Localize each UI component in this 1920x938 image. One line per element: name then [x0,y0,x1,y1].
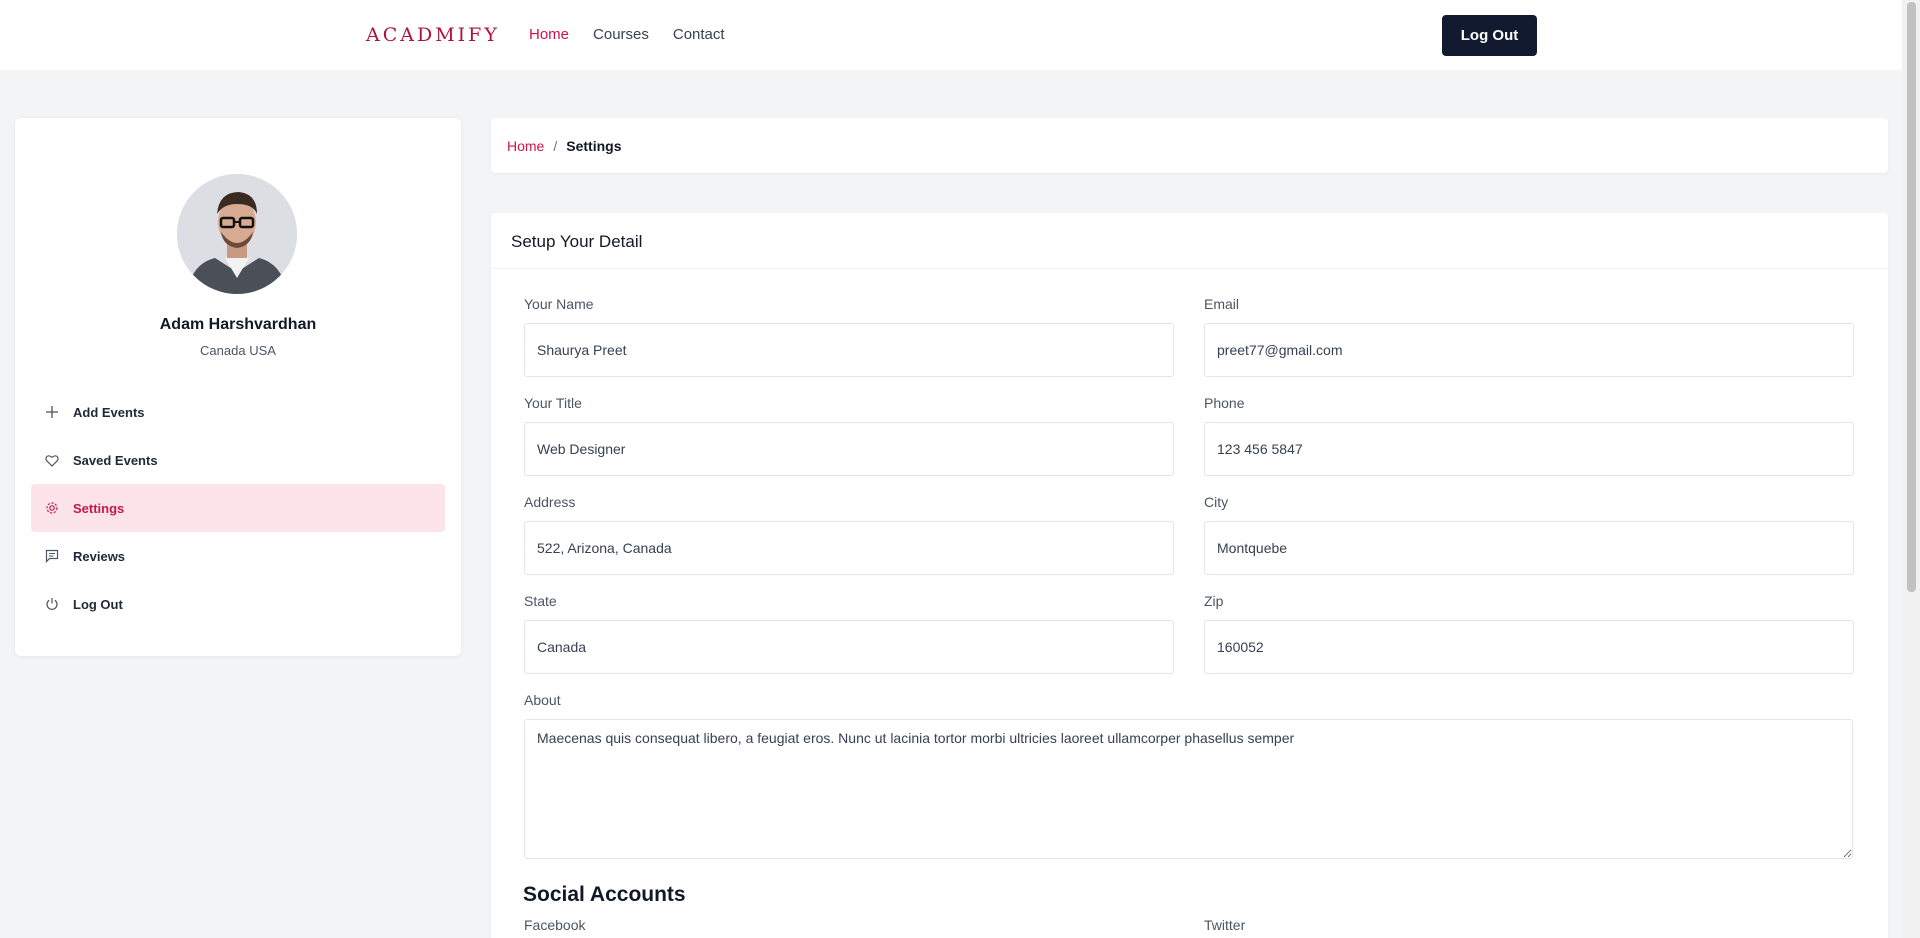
sidebar-item-settings[interactable]: Settings [31,484,445,532]
chat-icon [45,549,65,563]
settings-form-card: Setup Your Detail Your Name Email Your T… [491,213,1888,938]
state-input[interactable] [524,620,1174,674]
your-name-input[interactable] [524,323,1174,377]
address-label: Address [524,494,576,510]
logo[interactable]: ACADMIFY [366,23,500,47]
power-icon [45,597,65,611]
logout-button[interactable]: Log Out [1442,15,1537,56]
divider [491,268,1888,269]
breadcrumb: Home / Settings [491,118,1888,173]
phone-label: Phone [1204,395,1245,411]
state-label: State [524,593,557,609]
scrollbar-thumb[interactable] [1907,2,1916,592]
profile-sidebar: Adam Harshvardhan Canada USA Add Events … [15,118,461,656]
gear-icon [45,501,65,515]
main-nav: Home Courses Contact [529,24,725,46]
sidebar-item-reviews[interactable]: Reviews [31,532,445,580]
user-avatar-icon [177,174,297,294]
breadcrumb-separator: / [553,137,558,154]
city-input[interactable] [1204,521,1854,575]
your-title-label: Your Title [524,395,582,411]
profile-location: Canada USA [200,343,276,358]
nav-home[interactable]: Home [529,24,569,46]
sidebar-item-label: Log Out [73,596,123,612]
sidebar-menu: Add Events Saved Events Settings Reviews… [31,388,445,628]
breadcrumb-home-link[interactable]: Home [507,138,544,154]
zip-label: Zip [1204,593,1224,609]
avatar [177,174,297,294]
email-input[interactable] [1204,323,1854,377]
city-label: City [1204,494,1229,510]
twitter-label: Twitter [1204,917,1246,933]
email-label: Email [1204,296,1240,312]
plus-icon [45,405,65,419]
nav-contact[interactable]: Contact [673,24,725,46]
profile-name: Adam Harshvardhan [159,316,317,333]
sidebar-item-saved-events[interactable]: Saved Events [31,436,445,484]
your-name-label: Your Name [524,296,594,312]
address-input[interactable] [524,521,1174,575]
form-title: Setup Your Detail [511,232,643,251]
about-label: About [524,692,561,708]
sidebar-item-logout[interactable]: Log Out [31,580,445,628]
about-textarea[interactable]: Maecenas quis consequat libero, a feugia… [524,719,1853,859]
zip-input[interactable] [1204,620,1854,674]
sidebar-item-add-events[interactable]: Add Events [31,388,445,436]
top-navbar: ACADMIFY Home Courses Contact Log Out [0,0,1902,70]
sidebar-item-label: Add Events [73,404,145,420]
facebook-label: Facebook [524,917,586,933]
your-title-input[interactable] [524,422,1174,476]
logo-text: ACADMIFY [366,24,500,46]
phone-input[interactable] [1204,422,1854,476]
social-accounts-heading: Social Accounts [523,883,686,906]
nav-courses[interactable]: Courses [593,24,649,46]
heart-icon [45,454,65,467]
sidebar-item-label: Reviews [73,548,126,564]
sidebar-item-label: Saved Events [73,452,158,468]
sidebar-item-label: Settings [73,500,125,516]
page-scrollbar[interactable] [1902,0,1920,938]
breadcrumb-current: Settings [566,137,622,154]
